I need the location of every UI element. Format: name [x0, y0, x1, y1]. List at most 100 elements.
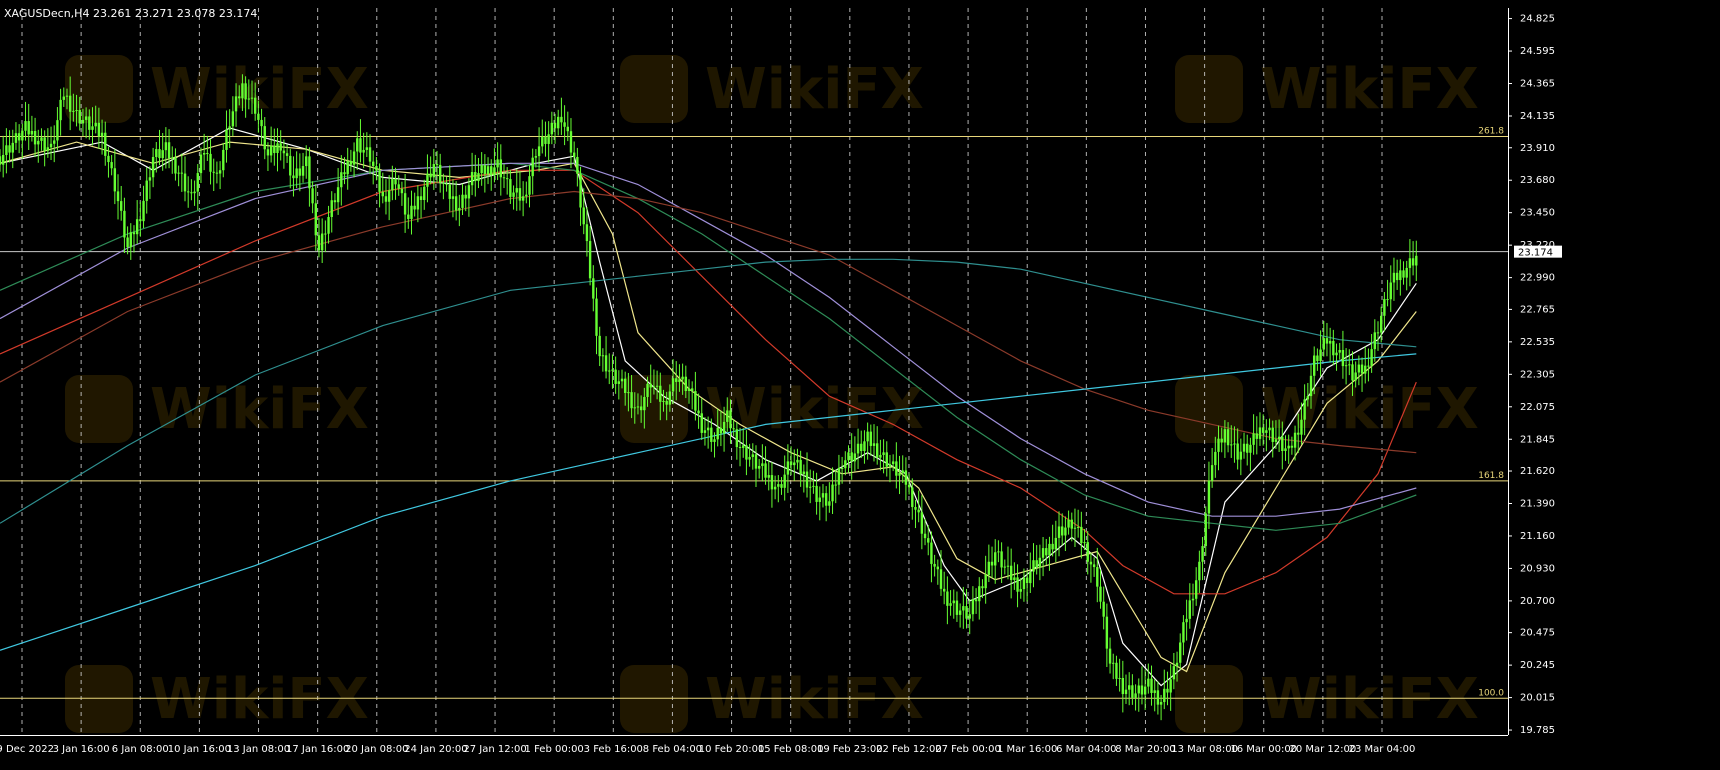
candle-body [419, 196, 423, 200]
candle-body [1070, 519, 1073, 529]
candle-body [777, 484, 780, 487]
candle-body [802, 471, 806, 475]
y-tick-label: 22.990 [1520, 273, 1555, 284]
candle-body [464, 194, 467, 199]
candle-body [927, 538, 930, 543]
candle-body [824, 493, 828, 506]
candle-body [668, 391, 672, 405]
candle-body [863, 441, 866, 452]
candle-body [110, 162, 113, 169]
candle-body [215, 172, 219, 174]
candle-body [1395, 272, 1399, 281]
candle-body [978, 586, 981, 602]
candle-body [1348, 364, 1351, 366]
candle-body [155, 149, 158, 157]
candle-body [1277, 436, 1281, 440]
candle-body [320, 233, 324, 251]
candle-body [27, 121, 30, 135]
candle-body [333, 200, 337, 203]
candle-body [614, 369, 617, 384]
candle-body [438, 164, 442, 183]
x-tick-label: 23 Mar 04:00 [1349, 744, 1416, 755]
candle-body [477, 173, 480, 182]
candle-body [1408, 258, 1412, 268]
candle-body [732, 428, 735, 430]
candle-body [789, 461, 793, 466]
x-tick-label: 20 Mar 12:00 [1289, 744, 1356, 755]
candle-body [285, 153, 289, 156]
candle-body [895, 461, 898, 476]
y-tick-label: 24.135 [1520, 111, 1555, 122]
candle-body [40, 137, 43, 141]
candle-body [888, 464, 892, 467]
candle-body [974, 599, 978, 602]
candle-body [678, 379, 681, 382]
y-tick-label: 22.075 [1520, 402, 1555, 413]
candle-body [703, 430, 707, 433]
candle-body [1379, 315, 1383, 333]
candle-body [209, 153, 212, 172]
candle-body [946, 591, 949, 606]
candle-body [238, 96, 241, 99]
candle-body [1287, 445, 1290, 449]
candle-body [1096, 567, 1099, 587]
candle-body [336, 187, 340, 203]
candle-body [1415, 255, 1418, 266]
candle-body [557, 116, 560, 129]
candle-body [547, 134, 550, 144]
price-chart-svg[interactable]: WikiFX WikiFX WikiFX WikiFX WikiFX WikiFX Wiki… [0, 0, 1720, 766]
candle-body [675, 378, 678, 382]
y-tick-label: 22.765 [1520, 304, 1555, 315]
candle-body [346, 160, 349, 175]
x-tick-label: 24 Jan 20:00 [404, 744, 467, 755]
candle-body [681, 376, 684, 380]
candle-body [202, 153, 206, 155]
candle-body [53, 140, 56, 144]
candle-body [17, 133, 21, 141]
candle-body [1182, 622, 1185, 643]
candle-body [448, 184, 451, 199]
candle-body [1035, 560, 1038, 568]
candle-body [116, 191, 120, 202]
candle-body [177, 172, 180, 174]
candle-body [413, 205, 416, 210]
candle-body [8, 145, 11, 153]
candle-body [911, 487, 914, 508]
candle-body [1217, 438, 1220, 452]
symbol-info-label: XAGUSDecn,H4 23.261 23.271 23.078 23.174 [4, 7, 257, 20]
candle-body [1268, 427, 1271, 431]
watermark-logo-icon [65, 375, 133, 443]
candle-body [955, 600, 959, 615]
candle-body [853, 453, 857, 462]
candle-body [834, 484, 837, 486]
candle-body [1185, 618, 1188, 623]
candle-body [534, 156, 538, 158]
candle-body [1319, 349, 1322, 362]
candle-body [1038, 557, 1042, 568]
candle-body [340, 172, 343, 188]
candle-body [987, 561, 991, 575]
candle-body [1201, 546, 1204, 562]
candle-body [1230, 444, 1233, 446]
candle-body [56, 120, 59, 141]
candle-body [1255, 433, 1258, 439]
candle-body [298, 168, 302, 176]
candle-body [1041, 548, 1045, 558]
candle-body [1210, 465, 1214, 481]
candle-body [885, 452, 888, 467]
candle-body [1261, 427, 1265, 433]
candle-body [595, 298, 598, 336]
candle-body [949, 603, 952, 606]
candle-body [869, 431, 873, 446]
trading-chart[interactable]: WikiFX WikiFX WikiFX WikiFX WikiFX WikiFX Wiki… [0, 0, 1720, 766]
candle-body [311, 188, 314, 204]
candle-body [1140, 685, 1144, 695]
candle-body [636, 406, 640, 408]
candle-body [123, 210, 126, 238]
x-tick-label: 20 Jan 08:00 [345, 744, 408, 755]
candle-body [301, 166, 305, 176]
candle-body [1169, 679, 1172, 693]
candle-body [1143, 686, 1147, 695]
watermark-text: WikiFX [1260, 377, 1479, 442]
candle-body [33, 130, 37, 145]
